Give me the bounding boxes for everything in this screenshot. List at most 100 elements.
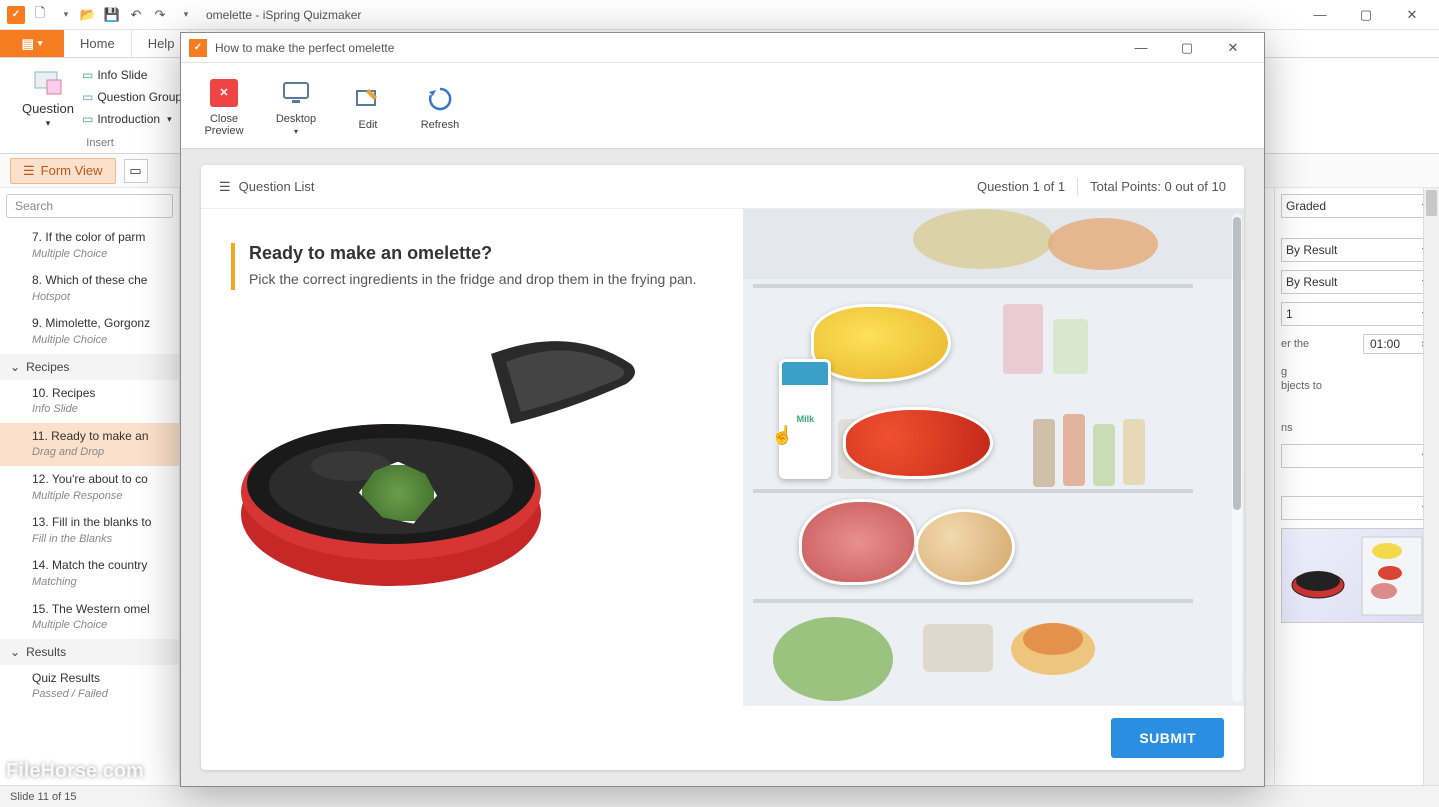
app-icon: ✓ (4, 3, 28, 27)
close-preview-icon: ✕ (206, 75, 242, 111)
close-button[interactable]: ✕ (1389, 0, 1435, 30)
slide-item-15[interactable]: 15. The Western omelMultiple Choice (0, 596, 179, 639)
fridge-item-tomatoes[interactable] (843, 407, 993, 479)
preview-window: ✓ How to make the perfect omelette — ▢ ✕… (180, 32, 1265, 787)
home-tab[interactable]: Home (64, 30, 132, 57)
frying-pan-icon (231, 314, 661, 614)
edit-icon (350, 81, 386, 117)
watermark: FileHorse.com (6, 760, 144, 783)
graded-select[interactable]: Graded▾ (1281, 194, 1433, 218)
points-label: Total Points: 0 out of 10 (1090, 179, 1226, 194)
label-g: g (1281, 366, 1433, 378)
drop-target-pan[interactable] (231, 314, 713, 624)
form-view-button[interactable]: ☰ Form View (10, 158, 116, 184)
file-tab[interactable]: ▤▾ (0, 30, 64, 57)
undo-icon[interactable]: ↶ (124, 3, 148, 27)
preview-title: How to make the perfect omelette (215, 41, 394, 55)
main-titlebar: ✓ 🗋 📂 💾 ↶ ↷ omelette - iSpring Quizmaker… (0, 0, 1439, 30)
form-view-icon: ☰ (23, 163, 35, 179)
open-icon[interactable]: 📂 (76, 3, 100, 27)
preview-body: ☰ Question List Question 1 of 1 Total Po… (181, 149, 1264, 786)
preview-titlebar: ✓ How to make the perfect omelette — ▢ ✕ (181, 33, 1264, 63)
quick-access-toolbar: ✓ 🗋 📂 💾 ↶ ↷ (4, 3, 196, 27)
chevron-down-icon: ▾ (46, 118, 51, 129)
question-list-button[interactable]: ☰ Question List (219, 179, 315, 195)
list-icon: ☰ (219, 179, 231, 195)
question-button[interactable]: Question ▾ (18, 62, 78, 130)
chevron-down-icon: ⌄ (10, 360, 20, 374)
preview-minimize-button[interactable]: — (1118, 33, 1164, 63)
empty-select-1[interactable]: ▾ (1281, 444, 1433, 468)
slide-thumbnail (1281, 528, 1431, 623)
section-results[interactable]: ⌄Results (0, 639, 179, 665)
right-scrollbar[interactable] (1423, 188, 1439, 785)
empty-select-2[interactable]: ▾ (1281, 496, 1433, 520)
introduction-button[interactable]: ▭Introduction▾ (82, 108, 182, 130)
quiz-header: ☰ Question List Question 1 of 1 Total Po… (201, 165, 1244, 209)
chevron-down-icon: ⌄ (10, 645, 20, 659)
slide-item-13[interactable]: 13. Fill in the blanks toFill in the Bla… (0, 509, 179, 552)
close-preview-button[interactable]: ✕ Close Preview (191, 69, 257, 142)
label-objects: bjects to (1281, 380, 1433, 392)
by-result-select-2[interactable]: By Result▾ (1281, 270, 1433, 294)
number-select[interactable]: 1▾ (1281, 302, 1433, 326)
question-area: Ready to make an omelette? Pick the corr… (201, 209, 743, 706)
separator (1077, 178, 1078, 196)
preview-ribbon: ✕ Close Preview Desktop▾ Edit Refresh (181, 63, 1264, 149)
by-result-select-1[interactable]: By Result▾ (1281, 238, 1433, 262)
app-icon: ✓ (189, 39, 207, 57)
question-subtitle: Pick the correct ingredients in the frid… (249, 270, 713, 290)
preview-close-button[interactable]: ✕ (1210, 33, 1256, 63)
chevron-down-icon: ▾ (294, 127, 298, 136)
slide-view-button[interactable]: ▭ (124, 159, 148, 183)
minimize-button[interactable]: — (1297, 0, 1343, 30)
fridge-item-milk[interactable]: Milk (779, 359, 831, 479)
search-input[interactable]: Search (6, 194, 173, 218)
new-icon[interactable]: 🗋 (28, 3, 52, 27)
slide-item-14[interactable]: 14. Match the countryMatching (0, 552, 179, 595)
quiz-content: Ready to make an omelette? Pick the corr… (201, 209, 1244, 706)
slide-item-8[interactable]: 8. Which of these cheHotspot (0, 267, 179, 310)
slide-item-12[interactable]: 12. You're about to coMultiple Response (0, 466, 179, 509)
after-the-label: er the (1281, 338, 1309, 350)
refresh-icon (422, 81, 458, 117)
fridge-item-bananas[interactable] (811, 304, 951, 382)
chevron-down-icon: ▾ (167, 114, 172, 125)
info-slide-icon: ▭ (82, 68, 93, 82)
slide-item-9[interactable]: 9. Mimolette, GorgonzMultiple Choice (0, 310, 179, 353)
redo-icon[interactable]: ↷ (148, 3, 172, 27)
group-icon: ▭ (82, 90, 93, 104)
new-dropdown[interactable] (52, 3, 76, 27)
edit-button[interactable]: Edit (335, 69, 401, 142)
question-counter: Question 1 of 1 (977, 179, 1065, 194)
slide-item-results[interactable]: Quiz ResultsPassed / Failed (0, 665, 179, 708)
slide-counter: Slide 11 of 15 (10, 791, 76, 803)
slide-item-11[interactable]: 11. Ready to make anDrag and Drop (0, 423, 179, 466)
intro-icon: ▭ (82, 112, 93, 126)
preview-maximize-button[interactable]: ▢ (1164, 33, 1210, 63)
question-group-button[interactable]: ▭Question Group (82, 86, 182, 108)
section-recipes[interactable]: ⌄Recipes (0, 354, 179, 380)
info-slide-button[interactable]: ▭Info Slide (82, 64, 182, 86)
properties-panel: Graded▾ By Result▾ By Result▾ 1▾ er the … (1274, 188, 1439, 785)
desktop-preview-button[interactable]: Desktop▾ (263, 69, 329, 142)
refresh-button[interactable]: Refresh (407, 69, 473, 142)
ribbon-group-label: Insert (86, 137, 114, 149)
question-icon (32, 67, 64, 99)
question-title: Ready to make an omelette? (249, 243, 713, 264)
maximize-button[interactable]: ▢ (1343, 0, 1389, 30)
save-icon[interactable]: 💾 (100, 3, 124, 27)
fridge-area: Milk ☝ (743, 209, 1244, 706)
slide-item-10[interactable]: 10. RecipesInfo Slide (0, 380, 179, 423)
qat-more[interactable] (172, 3, 196, 27)
fridge-item-meat[interactable] (799, 499, 917, 585)
label-ns: ns (1281, 422, 1433, 434)
fridge-item-eggs[interactable] (915, 509, 1015, 585)
status-bar: Slide 11 of 15 (0, 785, 1439, 807)
cursor-icon: ☝ (771, 425, 793, 446)
fridge-scrollbar[interactable] (1232, 213, 1242, 702)
quiz-footer: SUBMIT (201, 706, 1244, 770)
desktop-icon (278, 75, 314, 111)
submit-button[interactable]: SUBMIT (1111, 718, 1224, 758)
slide-item-7[interactable]: 7. If the color of parmMultiple Choice (0, 224, 179, 267)
